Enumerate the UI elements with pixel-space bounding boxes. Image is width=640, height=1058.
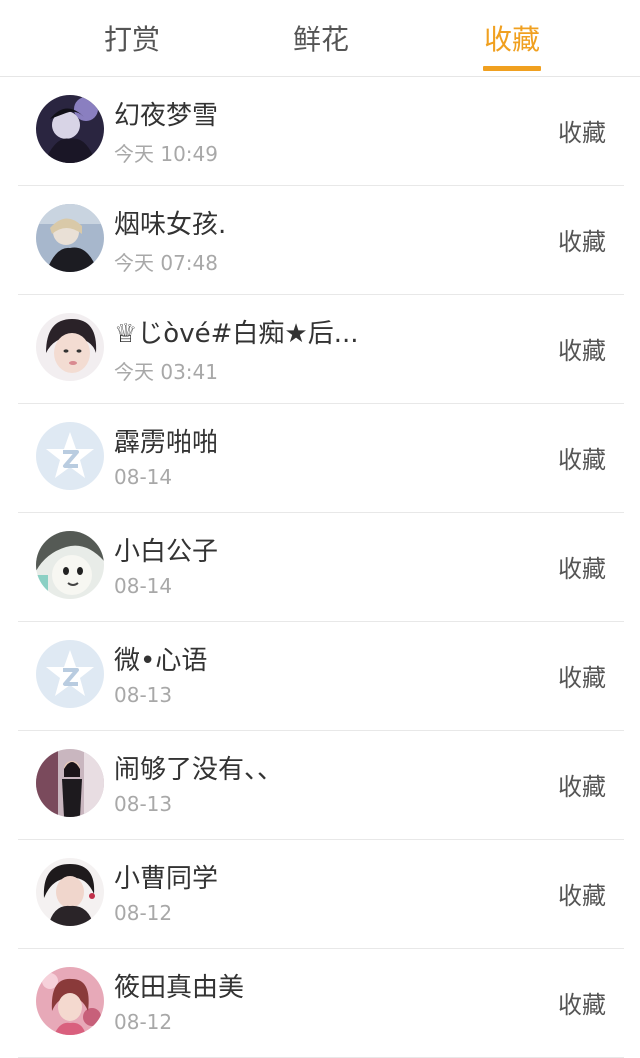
timestamp: 今天 10:49 [114,142,218,166]
user-name: 霹雳啪啪 [114,428,219,458]
user-name: 微•心语 [114,646,208,676]
list-item[interactable]: 幻夜梦雪 今天 10:49 收藏 [18,77,624,186]
timestamp: 08-13 [114,792,173,816]
list-item[interactable]: 霹雳啪啪 08-14 收藏 [18,404,624,513]
favorite-button[interactable]: 收藏 [558,549,606,584]
avatar-default-icon[interactable] [36,640,104,708]
favorite-button[interactable]: 收藏 [558,331,606,366]
avatar[interactable] [36,95,104,163]
list-item[interactable]: 筱田真由美 08-12 收藏 [18,949,624,1058]
user-name: ♕じòvé#白痴★后... [114,319,359,349]
avatar[interactable] [36,531,104,599]
favorite-button[interactable]: 收藏 [558,440,606,475]
user-name: 小曹同学 [114,864,219,894]
list-item[interactable]: ♕じòvé#白痴★后... 今天 03:41 收藏 [18,295,624,404]
avatar[interactable] [36,749,104,817]
list-item[interactable]: 闹够了没有、、 08-13 收藏 [18,731,624,840]
timestamp: 今天 03:41 [114,360,218,384]
favorite-button[interactable]: 收藏 [558,767,606,802]
user-name: 幻夜梦雪 [114,101,219,131]
active-tab-indicator [483,66,541,71]
timestamp: 08-13 [114,683,173,707]
user-name: 小白公子 [114,537,219,567]
favorite-button[interactable]: 收藏 [558,658,606,693]
list-item[interactable]: 微•心语 08-13 收藏 [18,622,624,731]
favorite-button[interactable]: 收藏 [558,222,606,257]
favorites-list: 幻夜梦雪 今天 10:49 收藏 烟味女孩. 今天 07:48 收藏 ♕じòvé… [0,77,640,1058]
timestamp: 08-14 [114,465,173,489]
avatar[interactable] [36,967,104,1035]
list-item[interactable]: 小曹同学 08-12 收藏 [18,840,624,949]
user-name: 筱田真由美 [114,973,245,1003]
tab-favorites[interactable]: 收藏 [432,0,592,76]
avatar-default-icon[interactable] [36,422,104,490]
avatar[interactable] [36,313,104,381]
user-name: 闹够了没有、、 [114,755,284,785]
tab-flowers[interactable]: 鲜花 [241,0,401,76]
tab-bar: 打赏 鲜花 收藏 [0,0,640,77]
timestamp: 08-14 [114,574,173,598]
favorite-button[interactable]: 收藏 [558,113,606,148]
timestamp: 08-12 [114,901,173,925]
favorite-button[interactable]: 收藏 [558,985,606,1020]
favorite-button[interactable]: 收藏 [558,876,606,911]
timestamp: 今天 07:48 [114,251,218,275]
user-name: 烟味女孩. [114,210,227,240]
list-item[interactable]: 烟味女孩. 今天 07:48 收藏 [18,186,624,295]
avatar[interactable] [36,858,104,926]
timestamp: 08-12 [114,1010,173,1034]
avatar[interactable] [36,204,104,272]
list-item[interactable]: 小白公子 08-14 收藏 [18,513,624,622]
tab-reward[interactable]: 打赏 [52,0,212,76]
